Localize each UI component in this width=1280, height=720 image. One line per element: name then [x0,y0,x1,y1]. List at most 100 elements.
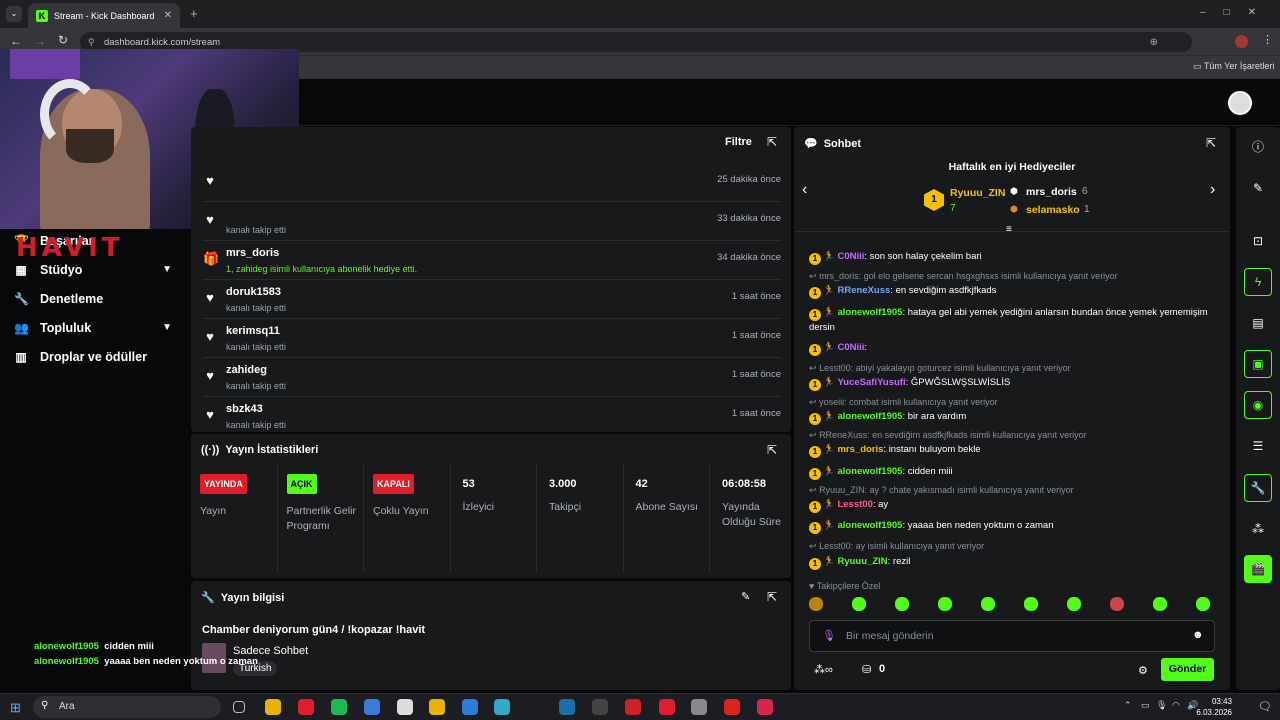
tab-list-icon[interactable]: ⌄ [6,6,22,22]
chat-username[interactable]: Ryuuu_ZIN [837,556,887,567]
camera-icon[interactable]: ⊡ [1244,227,1272,255]
reload-icon[interactable]: ↻ [58,33,68,47]
activity-username[interactable]: mrs_doris [226,247,279,259]
folder-icon[interactable] [429,699,445,715]
app-icon[interactable] [724,699,740,715]
emote-icon[interactable] [1067,597,1081,611]
chat-username[interactable]: mrs_doris [837,444,883,455]
emote-icon[interactable] [1153,597,1167,611]
activity-username[interactable]: zahideg [226,364,267,376]
popout-icon[interactable]: ⇱ [767,590,777,604]
chat-username[interactable]: YuceSafiYusufi [837,377,905,388]
wrench-icon[interactable]: 🔧 [1244,474,1272,502]
all-bookmarks[interactable]: ▭ Tüm Yer İşaretleri [1193,61,1274,72]
emote-icon[interactable] [895,597,909,611]
layers-icon[interactable]: ☰ [1244,432,1272,460]
network-icon[interactable]: ▭ [1141,700,1150,711]
chat-username[interactable]: Lesst00 [837,499,872,510]
app-icon[interactable] [397,699,413,715]
opera-icon[interactable] [298,699,314,715]
wifi-icon[interactable]: ◠ [1172,700,1180,711]
epic-icon[interactable] [592,699,608,715]
document-icon[interactable]: ▤ [1244,309,1272,337]
tab-close-icon[interactable]: ✕ [164,10,172,21]
chat-icon[interactable]: ▣ [1244,350,1272,378]
steam-icon[interactable] [559,699,575,715]
sidebar-item-moderation[interactable]: 🔧 Denetleme [0,284,190,313]
app-icon[interactable] [364,699,380,715]
filter-button[interactable]: Filtre [725,136,752,148]
emote-icon[interactable] [1196,597,1210,611]
taskbar-clock[interactable]: 03:43 6.03.2026 [1180,696,1232,718]
mic-icon[interactable]: 🎙 [1156,700,1167,711]
emote-icon[interactable] [1024,597,1038,611]
activity-username[interactable]: sbzk43 [226,403,263,415]
new-tab-icon[interactable]: + [190,6,198,21]
chevron-down-icon: ▼ [162,264,172,275]
popout-icon[interactable]: ⇱ [767,135,777,149]
menu-icon[interactable]: ⋮ [1262,33,1273,46]
chevron-right-icon[interactable]: › [1210,181,1215,199]
forward-icon[interactable]: → [34,34,46,48]
chat-message: 1 🏃 YuceSafiYusufi: ĞPWĞSLWŞSLWİSLİS [809,376,1209,391]
chat-username[interactable]: alonewolf1905 [837,411,902,422]
lightning-icon[interactable]: ϟ [1244,268,1272,296]
edit-icon[interactable]: ✎ [741,590,750,603]
zoom-icon[interactable]: ⊕ [1150,37,1158,48]
chat-settings-group-icon[interactable]: ⁂∞ [814,663,833,676]
back-icon[interactable]: ← [10,34,22,48]
chat-username[interactable]: C0Niii [837,342,864,353]
emote-icon[interactable] [1110,597,1124,611]
app-icon[interactable] [494,699,510,715]
emoji-icon[interactable]: ☻ [1192,629,1204,641]
window-controls[interactable]: –□✕ [1200,7,1274,18]
info-icon[interactable]: ⓘ [1244,132,1272,160]
chat-username[interactable]: RReneXuss [837,285,890,296]
app-icon[interactable] [757,699,773,715]
collapse-icon[interactable]: ≡ [1006,224,1012,235]
popout-icon[interactable]: ⇱ [1206,136,1216,150]
user-avatar[interactable] [1228,91,1252,115]
mic-icon[interactable]: 🎙 [822,629,836,642]
sidebar-item-community[interactable]: 👥 Topluluk ▼ [0,313,190,342]
app-icon[interactable] [625,699,641,715]
gifter-2-name[interactable]: mrs_doris [1026,186,1077,198]
opera-gx-icon[interactable] [659,699,675,715]
edit-icon[interactable]: ✎ [1244,174,1272,202]
broadcast-icon[interactable]: ◉ [1244,391,1272,419]
activity-username[interactable]: kerimsq11 [226,325,280,337]
wrench-icon: 🔧 [201,592,215,604]
emote-icon[interactable] [981,597,995,611]
emote-icon[interactable] [809,597,823,611]
info-header: 🔧 Yayın bilgisi [201,591,284,605]
popout-icon[interactable]: ⇱ [767,443,777,457]
chrome-icon[interactable] [265,699,281,715]
notification-icon[interactable]: 🗨 [1258,700,1272,713]
community-icon[interactable]: ⁂ [1244,515,1272,543]
task-view-icon[interactable] [233,701,245,713]
clapper-icon[interactable]: 🎬 [1244,555,1272,583]
activity-username[interactable]: doruk1583 [226,286,281,298]
chat-username[interactable]: alonewolf1905 [837,520,902,531]
send-button[interactable]: Gönder [1161,658,1214,681]
chevron-left-icon[interactable]: ‹ [802,181,807,199]
app-icon[interactable] [691,699,707,715]
chevron-up-icon[interactable]: ⌃ [1124,700,1132,711]
gifter-3-name[interactable]: selamasko [1026,204,1080,216]
sidebar-item-drops[interactable]: ▥ Droplar ve ödüller [0,342,190,371]
mail-icon[interactable] [462,699,478,715]
windows-start-icon[interactable]: ⊞ [10,700,21,716]
chat-username[interactable]: C0Niii [837,251,864,262]
chat-input[interactable]: 🎙 Bir mesaj gönderin ☻ [809,620,1215,652]
gear-icon[interactable]: ⚙ [1138,664,1148,677]
chat-username[interactable]: alonewolf1905 [837,466,902,477]
profile-icon[interactable] [1235,35,1248,48]
emote-icon[interactable] [852,597,866,611]
chat-username[interactable]: alonewolf1905 [837,307,902,318]
gifter-1-name[interactable]: Ryuuu_ZIN [950,187,1005,199]
taskbar-search[interactable]: ⚲ Ara [33,696,221,718]
tab-kick-dashboard[interactable]: K Stream - Kick Dashboard ✕ [28,3,180,28]
spotify-icon[interactable] [331,699,347,715]
emote-icon[interactable] [938,597,952,611]
site-info-icon[interactable]: ⚲ [88,37,95,48]
